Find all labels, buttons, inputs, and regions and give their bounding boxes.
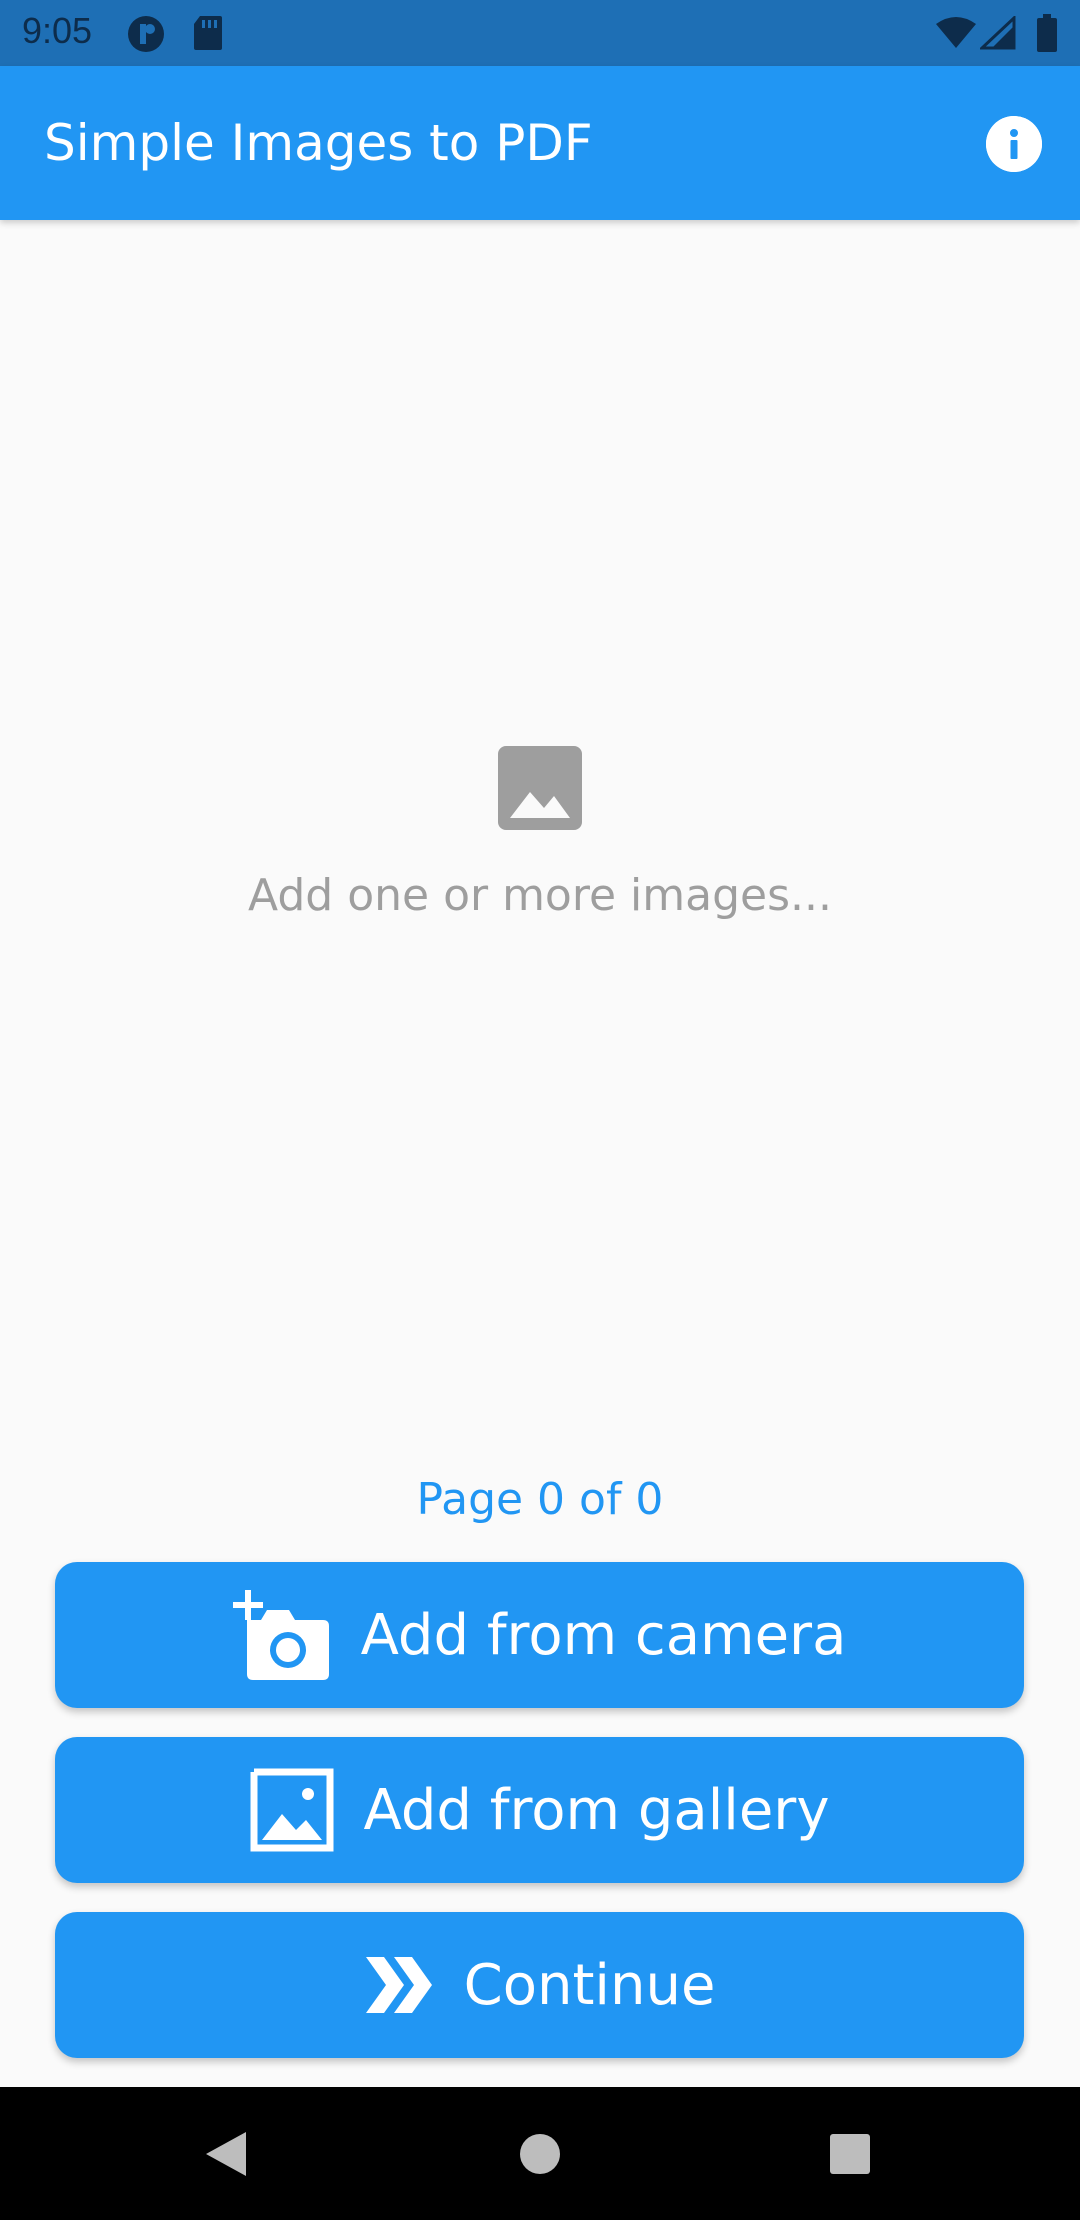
- app-bar: Simple Images to PDF: [0, 66, 1080, 220]
- gallery-icon: [250, 1768, 334, 1852]
- add-from-camera-button[interactable]: Add from camera: [55, 1562, 1024, 1708]
- wifi-icon: [934, 16, 978, 55]
- screen: 9:05 Simple Images to PDF Add one or mor…: [0, 0, 1080, 2220]
- empty-state: Add one or more images...: [0, 746, 1080, 921]
- battery-icon: [1036, 14, 1058, 57]
- navigation-bar: [0, 2087, 1080, 2220]
- page-indicator: Page 0 of 0: [416, 1474, 664, 1525]
- recents-icon: [830, 2133, 870, 2174]
- continue-label: Continue: [463, 1952, 716, 2018]
- add-camera-icon: [232, 1590, 331, 1680]
- image-icon: [498, 746, 582, 830]
- back-icon: [206, 2131, 246, 2176]
- double-chevron-right-icon: [364, 1955, 434, 2015]
- continue-button[interactable]: Continue: [55, 1912, 1024, 2058]
- notification-icon: [126, 14, 166, 59]
- empty-state-message: Add one or more images...: [248, 870, 832, 921]
- status-time: 9:05: [22, 10, 93, 51]
- info-icon: [986, 116, 1042, 172]
- recents-button[interactable]: [790, 2087, 910, 2220]
- back-button[interactable]: [166, 2087, 286, 2220]
- add-from-gallery-button[interactable]: Add from gallery: [55, 1737, 1024, 1883]
- sd-card-icon: [192, 14, 224, 57]
- home-icon: [520, 2133, 560, 2174]
- home-button[interactable]: [480, 2087, 600, 2220]
- add-from-gallery-label: Add from gallery: [363, 1777, 830, 1843]
- app-title: Simple Images to PDF: [44, 114, 593, 172]
- status-bar: 9:05: [0, 0, 1080, 66]
- signal-icon: [978, 14, 1016, 55]
- add-from-camera-label: Add from camera: [360, 1602, 847, 1668]
- info-button[interactable]: [986, 116, 1042, 172]
